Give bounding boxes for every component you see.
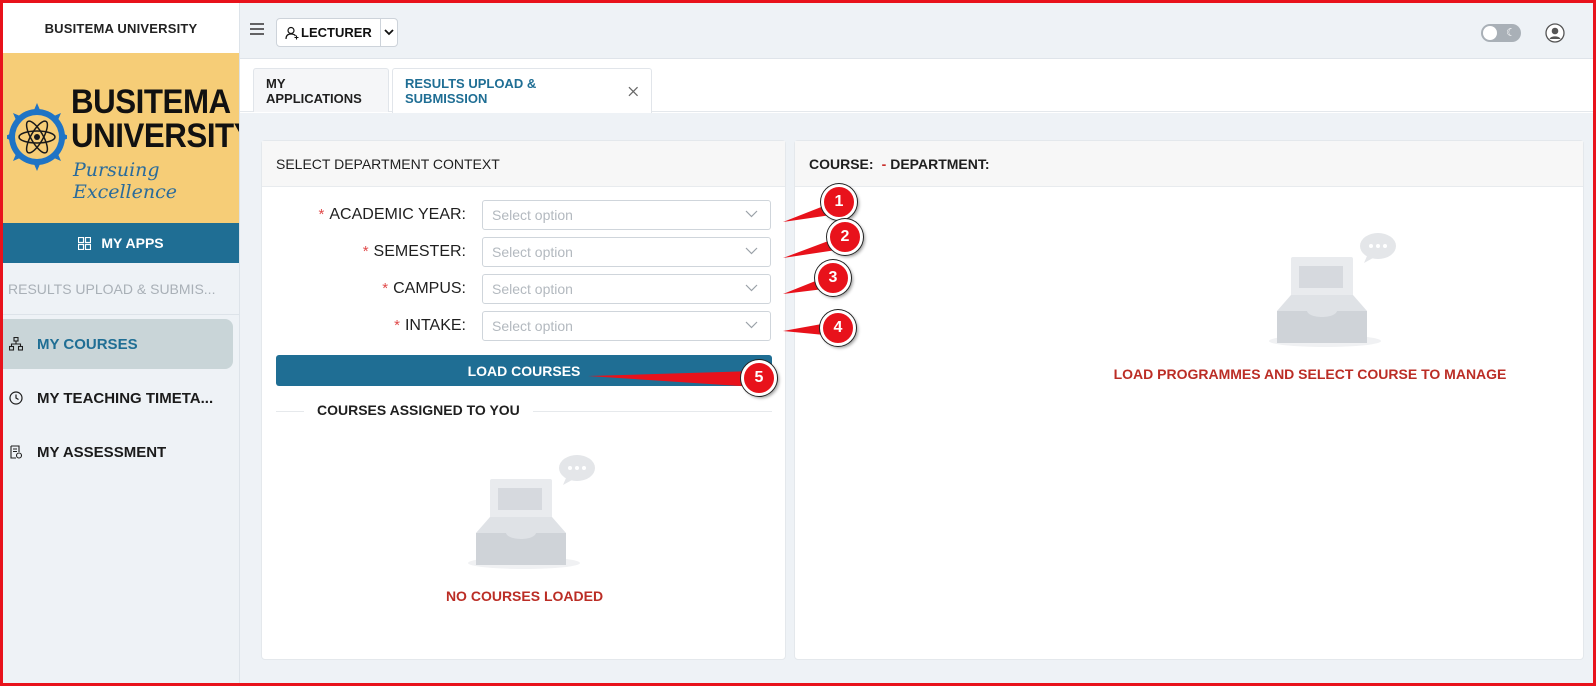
annotation-arrows (588, 202, 843, 387)
annotation-marker-4: 4 (820, 310, 856, 346)
annotation-marker-3: 3 (815, 260, 851, 296)
annotation-marker-1: 1 (821, 184, 857, 220)
annotation-marker-5: 5 (741, 360, 777, 396)
annotation-marker-2: 2 (827, 219, 863, 255)
annotation-arrow-5 (588, 371, 755, 387)
